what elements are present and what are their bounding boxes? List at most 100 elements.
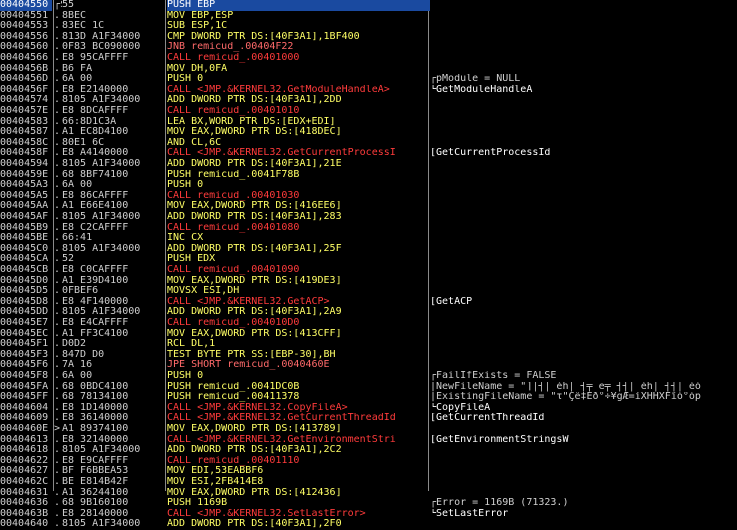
row-address: 004045FF (0, 392, 49, 403)
row-instruction: CALL remicud_.00401090 (167, 265, 300, 275)
row-address: 00404627 (0, 466, 49, 477)
row-hex-bytes: E8 A4140000 (62, 148, 129, 159)
row-comment: └SetLastError (430, 508, 509, 519)
disasm-row[interactable]: 004045AA. A1 E66E4100 MOV EAX,DWORD PTR DS… (0, 201, 737, 212)
disasm-row[interactable]: 00404560. 0F83 BC090000 JNB remicud_.00404… (0, 42, 737, 53)
row-address: 004045FA (0, 381, 49, 392)
disasm-row[interactable]: 00404640. 8105 A1F34000 ADD DWORD PTR DS:[… (0, 519, 737, 530)
disasm-row[interactable]: 00404553. 83EC 1C SUB ESP,1C (0, 21, 737, 32)
disasm-row[interactable]: 0040456F. E8 E2140000 CALL <JMP.&KERNEL32.… (0, 85, 737, 96)
disasm-row[interactable]: 0040463B. E8 28140000 CALL <JMP.&KERNEL32.… (0, 509, 737, 520)
disasm-row[interactable]: 004045FF. 68 78134100 PUSH remicud_.004113… (0, 392, 737, 403)
row-instruction: ADD DWORD PTR DS:[40F3A1],25F (167, 243, 342, 254)
disasm-row[interactable]: 004045FA. 68 0BDC4100 PUSH remicud_.0041DC… (0, 382, 737, 393)
disasm-row[interactable]: 004045D0. A1 E39D4100 MOV EAX,DWORD PTR DS… (0, 276, 737, 287)
disasm-row[interactable]: 004045F3. 847D D0 TEST BYTE PTR SS:[EBP-30… (0, 350, 737, 361)
disasm-row[interactable]: 004045CA. 52 PUSH EDX (0, 254, 737, 265)
disasm-row[interactable]: 00404566. E8 95CAFFFF CALL remicud_.004010… (0, 53, 737, 64)
disasm-row[interactable]: 00404636. 68 9B160100 PUSH 1169B ┌Error = 1… (0, 498, 737, 509)
disasm-row[interactable]: 004045E7. E8 E4CAFFFF CALL remicud_.004010… (0, 318, 737, 329)
row-instruction: CALL remicud_.00401110 (167, 455, 300, 466)
disasm-row[interactable]: 004045F1. D0D2 RCL DL,1 (0, 339, 737, 350)
disasm-row[interactable]: 004045DD. 8105 A1F34000 ADD DWORD PTR DS:[… (0, 307, 737, 318)
row-address: 004045D8 (0, 296, 49, 307)
row-address: 004045DD (0, 307, 49, 318)
disasm-row[interactable]: 00404583. 66:8D1C3A LEA BX,WORD PTR DS:[ED… (0, 117, 737, 128)
disasm-row[interactable]: 00404556. 813D A1F34000 CMP DWORD PTR DS:[… (0, 32, 737, 43)
disasm-row[interactable]: 004045EC. A1 FF3C4100 MOV EAX,DWORD PTR DS… (0, 329, 737, 340)
disasm-row[interactable]: 004045AF. 8105 A1F34000 ADD DWORD PTR DS:[… (0, 212, 737, 223)
row-address: 004045A5 (0, 190, 49, 201)
disasm-row[interactable]: 00404627. BF F6BBEA53 MOV EDI,53EABBF6 (0, 466, 737, 477)
disasm-row[interactable]: 0040458F. E8 A4140000 CALL <JMP.&KERNEL32.… (0, 148, 737, 159)
row-flow-marker: ┌$ (54, 0, 62, 10)
row-address: 0040457E (0, 106, 49, 116)
row-hex-bytes: 0FBEF6 (62, 286, 99, 297)
row-flow-marker: . (54, 349, 61, 360)
disasm-row[interactable]: 0040459E. 68 8BF74100 PUSH remicud_.0041F7… (0, 170, 737, 181)
row-instruction: CMP DWORD PTR DS:[40F3A1],1BF400 (167, 31, 360, 42)
disasm-row[interactable]: 00404594. 8105 A1F34000 ADD DWORD PTR DS:[… (0, 159, 737, 170)
row-flow-marker: . (54, 148, 61, 159)
disasm-row[interactable]: 00404613. E8 32140000 CALL <JMP.&KERNEL32.… (0, 435, 737, 446)
disasm-row[interactable]: 0040457E. E8 8DCAFFFF CALL remicud_.004010… (0, 106, 737, 117)
row-address: 00404604 (0, 402, 49, 413)
disasm-row[interactable]: 0040460E > A1 89374100 MOV EAX,DWORD PTR DS… (0, 424, 737, 435)
disassembly-pane[interactable]: 00404550┌$55PUSH EBP00404551.8BECMOV EBP… (0, 0, 737, 529)
disasm-row[interactable]: 004045D8. E8 4F140000 CALL <JMP.&KERNEL32.… (0, 297, 737, 308)
row-address: 004045E7 (0, 318, 49, 328)
row-comment: ┌Error = 1169B (71323.) (430, 498, 569, 509)
disasm-row[interactable]: 0040456D. 6A 00 PUSH 0 ┌pModule = NULL (0, 74, 737, 85)
disasm-row[interactable]: 0040462C. BE E814B42F MOV ESI,2FB414E8 (0, 477, 737, 488)
row-hex-bytes: A1 E66E4100 (62, 201, 129, 212)
disasm-row[interactable]: 004045B9. E8 C2CAFFFF CALL remicud_.004010… (0, 223, 737, 234)
row-flow-marker: . (54, 445, 61, 456)
row-address: 004045B9 (0, 222, 49, 233)
disasm-row[interactable]: 00404618. 8105 A1F34000 ADD DWORD PTR DS:[… (0, 445, 737, 456)
row-instruction: MOV EAX,DWORD PTR DS:[418DEC] (167, 127, 342, 138)
disasm-row[interactable]: 004045CB. E8 C0CAFFFF CALL remicud_.004010… (0, 265, 737, 276)
row-address: 004045C0 (0, 243, 49, 254)
row-flow-marker: . (54, 508, 61, 519)
row-instruction: SUB ESP,1C (167, 21, 228, 32)
row-hex-bytes: E8 8DCAFFFF (62, 106, 129, 116)
disasm-row[interactable]: 00404622. E8 E9CAFFFF CALL remicud_.004011… (0, 456, 737, 467)
row-instruction: MOV EAX,DWORD PTR DS:[419DE3] (167, 275, 342, 286)
row-hex-bytes: E8 1D140000 (62, 402, 129, 413)
row-address: 00404636 (0, 498, 49, 509)
row-instruction: CALL <JMP.&KERNEL32.CopyFileA> (167, 402, 348, 413)
row-flow-marker: . (54, 275, 61, 286)
disasm-row[interactable]: 004045F8. 6A 00 PUSH 0 ┌FailIfExists = FALS… (0, 371, 737, 382)
row-hex-bytes: 8105 A1F34000 (62, 243, 141, 254)
row-flow-marker: . (54, 74, 61, 85)
row-address: 0040459E (0, 169, 49, 180)
row-hex-bytes: E8 E9CAFFFF (62, 455, 129, 466)
row-address: 00404550 (0, 0, 52, 11)
disasm-row[interactable]: 0040456B. B6 FA MOV DH,0FA (0, 64, 737, 75)
disasm-row[interactable]: 004045D5. 0FBEF6 MOVSX ESI,DH (0, 286, 737, 297)
disasm-row[interactable]: 004045BE. 66:41 INC CX (0, 233, 737, 244)
disasm-row[interactable]: 00404631. A1 36244100 MOV EAX,DWORD PTR DS… (0, 488, 737, 499)
row-flow-marker: . (54, 137, 61, 148)
disasm-row[interactable]: 00404550┌$55 PUSH EBP (0, 0, 737, 11)
row-flow-marker: . (54, 159, 61, 169)
disasm-row[interactable]: 0040458C. 80E1 6C AND CL,6C (0, 138, 737, 149)
row-address: 00404640 (0, 519, 49, 530)
row-flow-marker: . (54, 42, 61, 53)
row-hex-bytes: 66:8D1C3A (62, 116, 117, 127)
disasm-row[interactable]: 00404587. A1 EC8D4100 MOV EAX,DWORD PTR DS… (0, 127, 737, 138)
disasm-row[interactable]: 004045A5. E8 86CAFFFF CALL remicud_.004010… (0, 191, 737, 202)
disasm-row[interactable]: 004045A3. 6A 00 PUSH 0 (0, 180, 737, 191)
row-hex-bytes: 80E1 6C (62, 137, 105, 148)
disasm-row[interactable]: 004045F6. 7A 16 JPE SHORT remicud_.0040460… (0, 360, 737, 371)
row-address: 00404583 (0, 116, 49, 127)
row-instruction: CALL remicud_.004010D0 (167, 318, 300, 328)
disasm-row[interactable]: 00404609. E8 36140000 CALL <JMP.&KERNEL32.… (0, 413, 737, 424)
disasm-row[interactable]: 00404604. E8 1D140000 CALL <JMP.&KERNEL32.… (0, 403, 737, 414)
disasm-row[interactable]: 00404551. 8BEC MOV EBP,ESP (0, 11, 737, 22)
disasm-row[interactable]: 004045C0. 8105 A1F34000 ADD DWORD PTR DS:[… (0, 244, 737, 255)
disasm-row[interactable]: 00404574. 8105 A1F34000 ADD DWORD PTR DS:[… (0, 95, 737, 106)
row-hex-bytes: 66:41 (62, 233, 93, 244)
row-hex-bytes: E8 E2140000 (62, 84, 129, 95)
row-flow-marker: . (54, 31, 61, 42)
